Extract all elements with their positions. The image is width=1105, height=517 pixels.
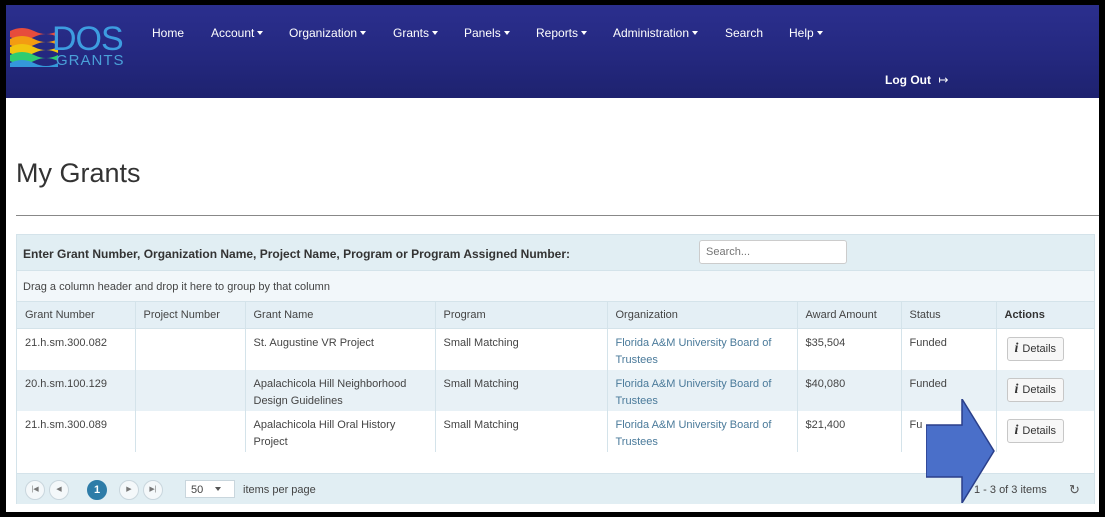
cell-grant-name: Apalachicola Hill Neighborhood Design Gu… [245,369,436,411]
cell-grant-name: St. Augustine VR Project [245,328,436,370]
table-header-row: Grant Number Project Number Grant Name P… [17,302,1095,329]
cell-grant-number: 21.h.sm.300.082 [17,328,136,370]
nav-label: Reports [536,26,579,40]
cell-program: Small Matching [435,410,608,452]
browser-page: DOS GRANTS Home Account Organization Gra… [6,5,1099,512]
caret-down-icon [816,31,823,35]
prev-page-icon[interactable]: ◀ [49,480,69,500]
cell-grant-number: 21.h.sm.300.089 [17,410,136,452]
last-page-icon[interactable]: ▶| [143,480,163,500]
page-size-select[interactable]: 50 [185,480,235,498]
nav-label: Administration [613,26,690,40]
cell-award-amount: $35,504 [797,328,902,370]
cell-program: Small Matching [435,328,608,370]
grid-search-input[interactable] [699,240,847,264]
info-icon: i [1014,422,1019,438]
cell-project-number [135,328,246,370]
cell-grant-number: 20.h.sm.100.129 [17,369,136,411]
logo-subtext: GRANTS [56,52,125,69]
nav-panels[interactable]: Panels [464,26,510,40]
details-label: Details [1022,424,1057,437]
next-page-icon[interactable]: ▶ [119,480,139,500]
info-icon: i [1014,341,1019,356]
details-button[interactable]: i Details [1006,418,1065,443]
nav-label: Home [152,26,185,40]
cell-program: Small Matching [435,369,608,411]
nav-account[interactable]: Account [211,26,264,40]
nav-home[interactable]: Home [152,26,184,40]
nav-label: Organization [289,26,358,40]
col-header-award-amount[interactable]: Award Amount [797,302,902,329]
items-per-page-label: items per page [243,484,316,496]
caret-down-icon [432,31,439,35]
caret-down-icon [581,31,588,35]
group-hint: Drag a column header and drop it here to… [23,281,330,293]
nav-label: Account [211,26,255,40]
nav-reports[interactable]: Reports [536,26,588,40]
group-by-area[interactable]: Drag a column header and drop it here to… [17,271,1094,302]
cell-grant-name: Apalachicola Hill Oral History Project [245,410,436,452]
nav-organization[interactable]: Organization [289,26,367,40]
page-number-button[interactable]: 1 [87,480,107,500]
nav-label: Search [725,26,764,40]
info-icon: i [1014,381,1019,397]
cell-organization-link[interactable]: Florida A&M University Board of Trustees [607,369,798,411]
nav-search[interactable]: Search [725,26,763,40]
nav-grants[interactable]: Grants [393,26,439,40]
dos-grants-logo[interactable]: DOS GRANTS [10,19,130,75]
caret-down-icon [360,31,367,35]
chevron-down-icon [215,487,222,491]
cell-actions: i Details [996,328,1095,370]
top-navbar: DOS GRANTS Home Account Organization Gra… [6,5,1099,98]
callout-arrow-icon [926,399,995,503]
cell-status: Funded [901,328,997,370]
cell-award-amount: $40,080 [797,369,902,411]
cell-organization-link[interactable]: Florida A&M University Board of Trustees [607,328,798,370]
col-header-actions: Actions [996,302,1095,329]
col-header-program[interactable]: Program [435,302,608,329]
cell-actions: i Details [996,410,1095,452]
col-header-status[interactable]: Status [901,302,997,329]
details-label: Details [1022,343,1057,355]
nav-label: Panels [464,26,501,40]
caret-down-icon [503,31,510,35]
details-button[interactable]: i Details [1006,377,1065,402]
nav-administration[interactable]: Administration [613,26,699,40]
nav-label: Help [789,26,814,40]
cell-project-number [135,369,246,411]
details-label: Details [1022,383,1057,396]
col-header-grant-number[interactable]: Grant Number [17,302,136,329]
details-button[interactable]: i Details [1006,337,1065,361]
grid-search-toolbar: Enter Grant Number, Organization Name, P… [17,235,1094,271]
logout-link[interactable]: Log Out ↦ [885,73,948,87]
cell-award-amount: $21,400 [797,410,902,452]
search-label: Enter Grant Number, Organization Name, P… [23,247,571,261]
cell-organization-link[interactable]: Florida A&M University Board of Trustees [607,410,798,452]
refresh-icon[interactable]: ↻ [1069,482,1080,498]
logout-icon: ↦ [938,73,949,87]
cell-project-number [135,410,246,452]
logo-waves-icon [10,28,58,67]
caret-down-icon [257,31,264,35]
divider [16,215,1099,216]
cell-actions: i Details [996,369,1095,411]
col-header-organization[interactable]: Organization [607,302,798,329]
first-page-icon[interactable]: |◀ [25,480,45,500]
page-title: My Grants [16,158,141,188]
nav-label: Grants [393,26,430,40]
nav-help[interactable]: Help [789,26,823,40]
page-size-value: 50 [191,484,204,496]
logout-label: Log Out [885,73,931,87]
col-header-grant-name[interactable]: Grant Name [245,302,436,329]
table-row: 21.h.sm.300.082 St. Augustine VR Project… [17,328,1095,370]
col-header-project-number[interactable]: Project Number [135,302,246,329]
caret-down-icon [692,31,699,35]
